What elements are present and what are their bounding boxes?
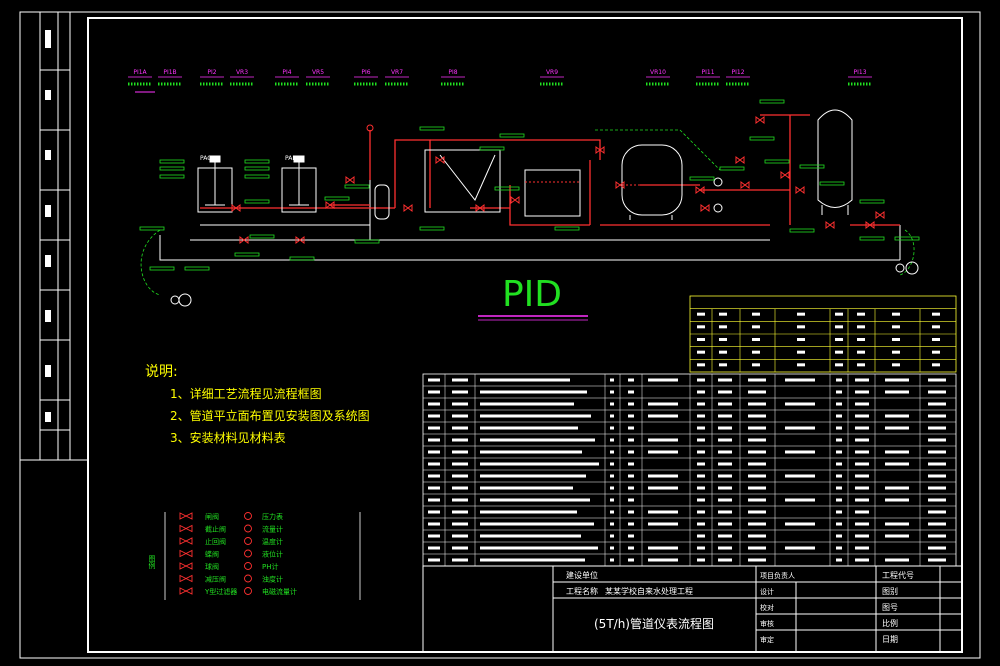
instrument-tag: PI2 — [207, 69, 216, 76]
instrument-tag: VR7 — [391, 69, 403, 76]
legend-label: 温度计 — [262, 537, 283, 546]
pid-drawing-sheet: PI1A PI1B PI2 VR3 PI4 VR5 PI6 VR7 PI8 VR9 VR10 PI11… — [0, 0, 1000, 666]
title-block-right-field: 图号 — [882, 603, 898, 612]
legend-label: 球阀 — [205, 562, 219, 571]
equipment-label-pac: PAC — [200, 155, 211, 162]
title-block-right-field: 比例 — [882, 618, 898, 628]
title-block-project-name: 某某学校自来水处理工程 — [605, 586, 693, 596]
legend-label: 蝶阀 — [205, 550, 219, 559]
title-block-sign-field: 设计 — [760, 587, 774, 596]
title-block-sign-field: 校对 — [760, 603, 774, 612]
legend-label: PH计 — [262, 562, 279, 571]
title-block-right-field: 日期 — [882, 635, 898, 644]
title-block-project-name-label: 工程名称 — [566, 586, 598, 596]
instrument-tag: PI1A — [133, 69, 147, 76]
instrument-tag: PI1B — [163, 69, 176, 76]
equipment-label-pam: PAM — [285, 155, 298, 162]
diagram-title: PID — [502, 274, 562, 315]
instrument-tag: VR3 — [236, 69, 248, 76]
legend-label: 压力表 — [262, 512, 283, 521]
title-block-sign-field: 审定 — [760, 635, 774, 644]
legend-label: 闸阀 — [205, 512, 219, 521]
legend-label: 电磁流量计 — [262, 587, 297, 596]
instrument-tag: VR10 — [650, 69, 666, 76]
drawing-title: (5T/h)管道仪表流程图 — [594, 616, 714, 631]
notes-title: 说明: — [145, 364, 178, 380]
legend-title: 图例 — [148, 555, 156, 570]
title-block-sign-field: 项目负责人 — [760, 571, 795, 580]
instrument-tag: PI12 — [731, 69, 744, 76]
title-block-right-field: 图别 — [882, 587, 898, 596]
instrument-tag: PI13 — [853, 69, 866, 76]
legend-label: Y型过滤器 — [204, 587, 237, 596]
note-1: 1、详细工艺流程见流程框图 — [170, 386, 322, 401]
legend-label: 止回阀 — [205, 537, 226, 546]
legend-label: 液位计 — [262, 550, 283, 559]
instrument-tag: PI8 — [448, 69, 457, 76]
legend-label: 浊度计 — [262, 575, 283, 584]
note-2: 2、管道平立面布置见安装图及系统图 — [170, 408, 370, 423]
title-block-sign-field: 审核 — [760, 619, 774, 628]
instrument-tag: PI6 — [361, 69, 370, 76]
instrument-tag: VR5 — [312, 69, 324, 76]
instrument-tag: PI11 — [701, 69, 714, 76]
instrument-tag: PI4 — [282, 69, 291, 76]
title-block-project-label: 建设单位 — [566, 570, 598, 580]
note-3: 3、安装材料见材料表 — [170, 430, 286, 445]
instrument-tag: VR9 — [546, 69, 558, 76]
title-block-right-header: 工程代号 — [882, 570, 914, 580]
legend-label: 流量计 — [262, 525, 283, 534]
legend-label: 截止阀 — [205, 525, 226, 534]
legend-label: 减压阀 — [205, 575, 226, 584]
